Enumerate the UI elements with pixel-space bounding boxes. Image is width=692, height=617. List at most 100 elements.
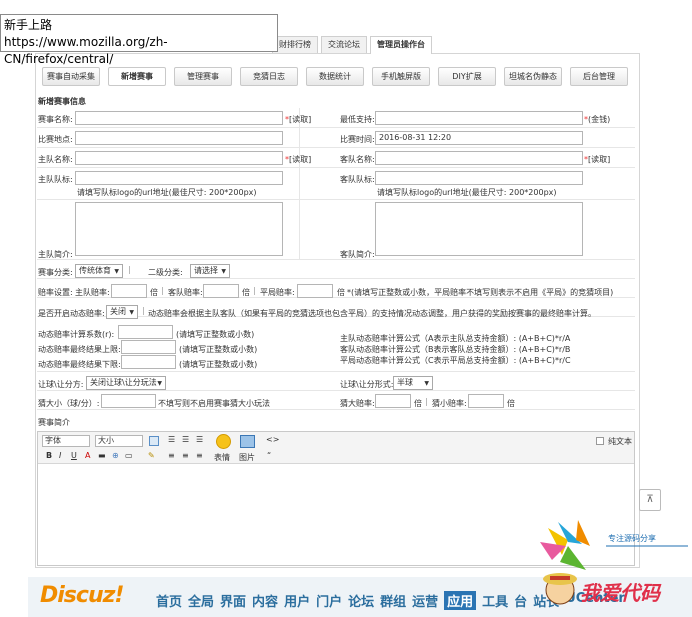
btn-bet-log[interactable]: 竞猜日志 <box>240 67 298 86</box>
nav-operations[interactable]: 运营 <box>412 591 438 610</box>
category-select[interactable]: 传统体育 <box>75 264 123 278</box>
min-bet-input[interactable] <box>375 111 583 125</box>
label-home-logo: 主队队标: <box>38 175 73 184</box>
align-center-icon[interactable]: ☰ <box>182 435 189 444</box>
tab-ranking[interactable]: 财排行榜 <box>272 36 318 53</box>
btn-backend[interactable]: 后台管理 <box>570 67 628 86</box>
dynamic-odds-hint: 动态赔率会根据主队客队（如果有平局的竞猜选项也包含平局）的支持情况动态调整，用户… <box>148 309 596 318</box>
draw-odds-unit: 倍 <box>337 288 345 297</box>
btn-add-match[interactable]: 新增赛事 <box>108 67 166 86</box>
btn-mobile[interactable]: 手机触屏版 <box>372 67 430 86</box>
match-time-input[interactable]: 2016-08-31 12:20 <box>375 131 583 145</box>
big-odds-input[interactable] <box>375 394 411 408</box>
background-color-icon[interactable]: ▬ <box>98 451 106 460</box>
btn-auto-collect[interactable]: 赛事自动采集 <box>42 67 100 86</box>
dyn-min-hint: (请填写正整数或小数) <box>179 360 258 369</box>
discuz-logo: Discuz! <box>40 583 124 608</box>
back-to-top-button[interactable]: ⊼ <box>639 489 661 511</box>
home-name-input[interactable] <box>75 151 283 165</box>
nav-apps[interactable]: 应用 <box>444 591 477 610</box>
nav-content[interactable]: 内容 <box>252 591 278 610</box>
away-odds-input[interactable] <box>203 284 239 298</box>
big-odds-unit: 倍 <box>414 399 422 408</box>
nav-home[interactable]: 首页 <box>156 591 182 610</box>
venue-input[interactable] <box>75 131 283 145</box>
label-away-logo: 客队队标: <box>340 175 375 184</box>
nav-groups[interactable]: 群组 <box>380 591 406 610</box>
handicap-form-select[interactable]: 半球 <box>393 376 433 390</box>
nav-users[interactable]: 用户 <box>284 591 310 610</box>
font-color-icon[interactable]: A <box>85 451 90 460</box>
dyn-max-input[interactable] <box>121 340 176 354</box>
label-dyn-coef: 动态赔率计算系数(r): <box>38 330 115 339</box>
home-odds-unit: 倍 <box>150 288 158 297</box>
emoji-icon[interactable] <box>216 434 231 449</box>
nav-platform[interactable]: 台 <box>514 591 527 610</box>
nav-forum[interactable]: 论坛 <box>348 591 374 610</box>
tab-admin-console[interactable]: 管理员操作台 <box>370 36 432 54</box>
away-logo-input[interactable] <box>375 171 583 185</box>
indent-icon[interactable]: ≡ <box>196 451 203 460</box>
label-category: 赛事分类: <box>38 268 73 277</box>
clear-format-icon[interactable]: ✎ <box>148 451 155 460</box>
min-bet-unit: *(金钱) <box>584 115 611 124</box>
label-match-intro: 赛事简介 <box>38 418 70 427</box>
dynamic-odds-select[interactable]: 关闭 <box>106 305 138 319</box>
unordered-list-icon[interactable]: ≡ <box>182 451 189 460</box>
away-name-read[interactable]: *[读取] <box>584 154 610 165</box>
btn-statistics[interactable]: 数据统计 <box>306 67 364 86</box>
tab-forum[interactable]: 交流论坛 <box>321 36 367 53</box>
away-name-input[interactable] <box>375 151 583 165</box>
formula-draw: 平局动态赔率计算公式（C表示平局总支持金额）: (A+B+C)*r/C <box>340 356 571 365</box>
draw-odds-input[interactable] <box>297 284 333 298</box>
btn-manage-match[interactable]: 管理赛事 <box>174 67 232 86</box>
label-big-small: 猜大小（球/分）: <box>38 399 100 408</box>
home-logo-input[interactable] <box>75 171 283 185</box>
align-left-icon[interactable]: ☰ <box>168 435 175 444</box>
plain-text-checkbox[interactable] <box>596 437 604 445</box>
font-family-select[interactable]: 字体 <box>42 435 90 447</box>
nav-global[interactable]: 全局 <box>188 591 214 610</box>
unlink-icon[interactable]: ▭ <box>125 451 133 460</box>
btn-static[interactable]: 坦城名伪静态 <box>504 67 562 86</box>
big-small-input[interactable] <box>101 394 156 408</box>
label-away-name: 客队名称: <box>340 155 375 164</box>
plain-text-label: 纯文本 <box>608 437 632 446</box>
nav-interface[interactable]: 界面 <box>220 591 246 610</box>
match-name-read[interactable]: *[读取] <box>285 114 311 125</box>
label-subcategory: 二级分类: <box>148 268 183 277</box>
away-intro-textarea[interactable] <box>375 202 583 256</box>
underline-icon[interactable]: U <box>71 451 77 460</box>
ordered-list-icon[interactable]: ≡ <box>168 451 175 460</box>
align-right-icon[interactable]: ☰ <box>196 435 203 444</box>
link-icon[interactable]: ⊕ <box>112 451 119 460</box>
btn-diy[interactable]: DIY扩展 <box>438 67 496 86</box>
home-odds-input[interactable] <box>111 284 147 298</box>
home-intro-textarea[interactable] <box>75 202 283 256</box>
bold-icon[interactable]: B <box>46 451 52 460</box>
home-name-read[interactable]: *[读取] <box>285 154 311 165</box>
quote-icon[interactable]: “ <box>267 451 271 460</box>
subcategory-select[interactable]: 请选择 <box>190 264 230 278</box>
sub-nav: 赛事自动采集 新增赛事 管理赛事 竞猜日志 数据统计 手机触屏版 DIY扩展 坦… <box>42 67 632 87</box>
small-odds-input[interactable] <box>468 394 504 408</box>
handicap-side-select[interactable]: 关闭让球\让分玩法 <box>86 376 166 390</box>
label-away-odds: 客队赔率: <box>168 288 203 297</box>
dyn-max-hint: (请填写正整数或小数) <box>179 345 258 354</box>
dyn-min-input[interactable] <box>121 355 176 369</box>
label-match-name: 赛事名称: <box>38 115 73 124</box>
image-icon[interactable] <box>240 435 255 448</box>
editor-toolbar: 字体 大小 ☰ ☰ ☰ 表情 图片 <> B I U A ▬ ⊕ ▭ ✎ ≡ ≡… <box>38 432 634 464</box>
dyn-coef-hint: (请填写正整数或小数) <box>176 330 255 339</box>
nav-portal[interactable]: 门户 <box>316 591 342 610</box>
font-size-select[interactable]: 大小 <box>95 435 143 447</box>
tooltip-url: https://www.mozilla.org/zh-CN/firefox/ce… <box>4 35 168 66</box>
match-name-input[interactable] <box>75 111 283 125</box>
nav-tools[interactable]: 工具 <box>482 591 508 610</box>
dyn-coef-input[interactable] <box>118 325 173 339</box>
code-icon[interactable]: <> <box>266 435 279 444</box>
italic-icon[interactable]: I <box>59 451 61 460</box>
table-icon[interactable] <box>149 436 159 446</box>
watermark-brand: 我爱代码 <box>580 581 662 605</box>
label-dyn-min: 动态赔率最终结果下限: <box>38 360 121 369</box>
